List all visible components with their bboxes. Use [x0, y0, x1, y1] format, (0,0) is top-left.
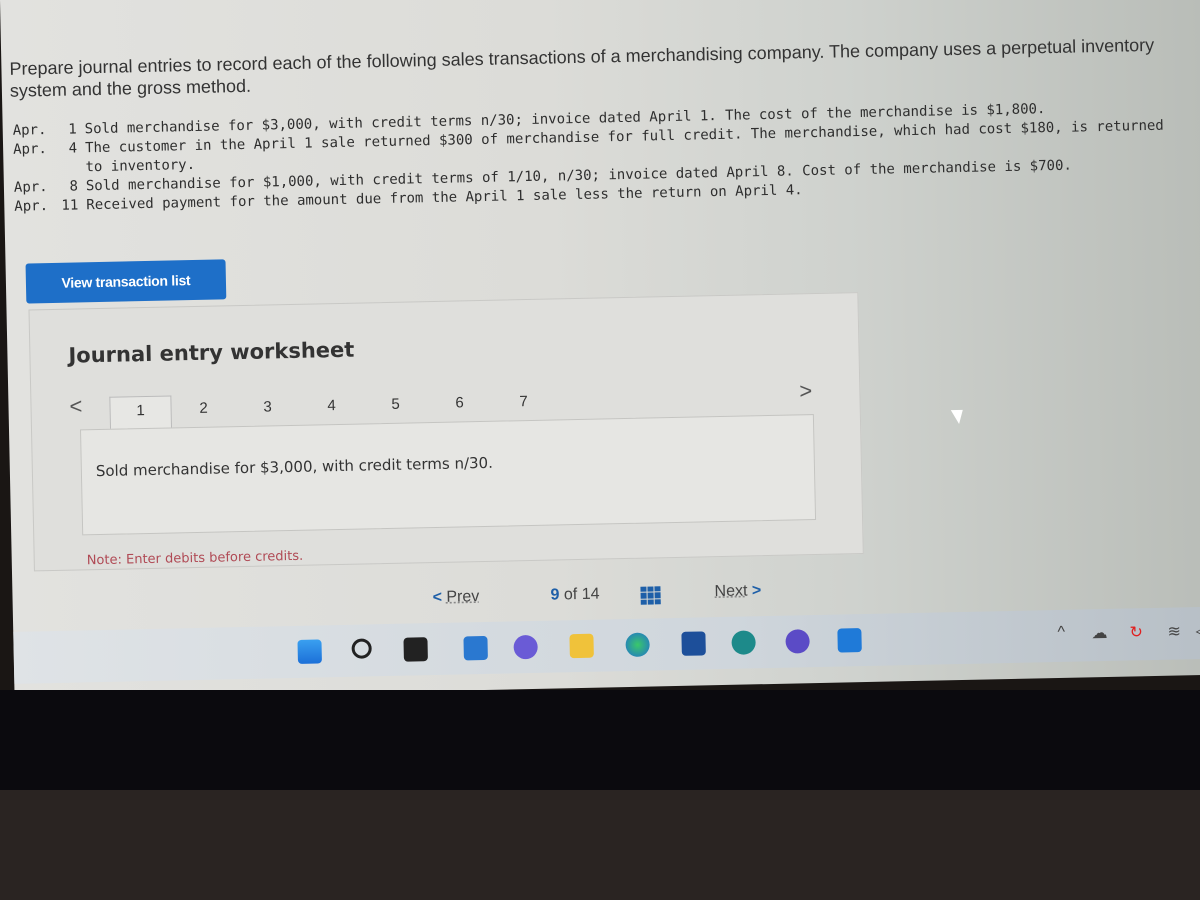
- tx-day: 8: [69, 178, 79, 195]
- tx-month: Apr.: [14, 198, 49, 215]
- page-indicator: 9 of 14: [550, 586, 599, 605]
- note-text: Note: Enter debits before credits.: [86, 548, 304, 569]
- tx-day: 1: [68, 121, 77, 138]
- volume-icon[interactable]: ◁): [1195, 621, 1200, 641]
- current-page: 9: [550, 586, 560, 604]
- prev-entry-arrow-icon[interactable]: <: [69, 393, 82, 419]
- view-transaction-list-button[interactable]: View transaction list: [25, 259, 227, 304]
- app-search-icon[interactable]: [731, 630, 756, 655]
- worksheet-title: Journal entry worksheet: [68, 337, 355, 368]
- monitor-bezel: [0, 690, 1200, 790]
- tx-month: Apr.: [12, 141, 48, 158]
- app-circle-icon[interactable]: [785, 629, 810, 654]
- microsoft-store-icon[interactable]: [681, 631, 706, 656]
- tab-7[interactable]: 7: [493, 387, 554, 420]
- chevron-left-icon: <: [432, 588, 443, 607]
- teams-chat-icon[interactable]: [513, 634, 538, 660]
- tab-4[interactable]: 4: [301, 392, 362, 425]
- next-entry-arrow-icon[interactable]: >: [799, 378, 812, 404]
- tx-day: 4: [68, 140, 78, 157]
- tab-6[interactable]: 6: [429, 389, 490, 422]
- tab-2[interactable]: 2: [173, 394, 234, 427]
- sync-alert-icon[interactable]: ↻: [1129, 622, 1143, 642]
- entry-description-box: Sold merchandise for $3,000, with credit…: [80, 414, 817, 536]
- question-navigation: < Prev 9 of 14 Next >: [432, 582, 793, 620]
- laptop-body: [0, 790, 1200, 900]
- search-icon[interactable]: [351, 638, 372, 659]
- entry-description: Sold merchandise for $3,000, with credit…: [95, 453, 494, 481]
- file-explorer-icon[interactable]: [569, 633, 594, 659]
- edge-browser-icon[interactable]: [625, 632, 650, 658]
- next-label: Next: [714, 582, 748, 601]
- screen: Prepare journal entries to record each o…: [0, 0, 1200, 700]
- next-button[interactable]: Next >: [714, 582, 761, 601]
- tx-month: Apr.: [13, 179, 48, 196]
- chevron-up-icon[interactable]: ^: [1057, 624, 1065, 642]
- prev-label: Prev: [446, 588, 480, 606]
- tx-day: 11: [61, 197, 79, 214]
- grid-view-icon[interactable]: [640, 586, 661, 605]
- prev-button[interactable]: < Prev: [432, 588, 479, 607]
- of-label: of: [563, 586, 578, 604]
- journal-entry-worksheet: Journal entry worksheet < 1 2 3 4 5 6 7 …: [28, 292, 864, 572]
- windows-start-icon[interactable]: [297, 639, 322, 664]
- wifi-icon[interactable]: ≋: [1167, 621, 1181, 641]
- task-view-icon[interactable]: [403, 637, 428, 662]
- taskbar: ^ ☁ ↻ ≋ ◁): [13, 606, 1200, 684]
- tx-month: Apr.: [12, 122, 47, 139]
- mouse-cursor-icon: [950, 409, 964, 425]
- transaction-list: Apr. 1 Sold merchandise for $3,000, with…: [13, 98, 1167, 217]
- app-square-icon[interactable]: [837, 628, 862, 653]
- onedrive-cloud-icon[interactable]: ☁: [1091, 623, 1107, 643]
- instructions: Prepare journal entries to record each o…: [9, 34, 1155, 101]
- chevron-right-icon: >: [751, 582, 762, 600]
- tab-3[interactable]: 3: [237, 393, 298, 426]
- total-pages: 14: [581, 585, 600, 603]
- tab-5[interactable]: 5: [365, 390, 426, 423]
- widgets-icon[interactable]: [463, 635, 488, 661]
